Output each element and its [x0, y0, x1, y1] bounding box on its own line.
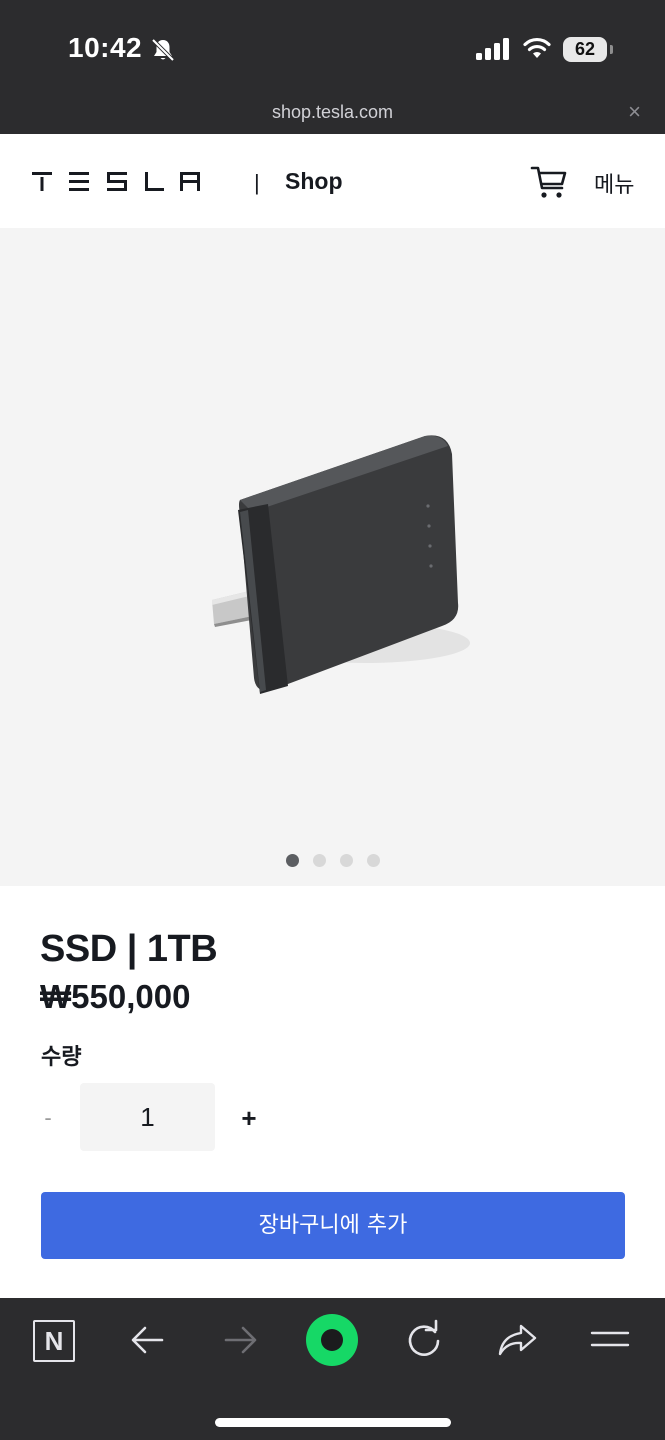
- quantity-label: 수량: [41, 1045, 82, 1070]
- menu-button[interactable]: 메뉴: [594, 167, 634, 199]
- quantity-increase-button[interactable]: +: [236, 1100, 262, 1136]
- shop-link[interactable]: Shop: [285, 168, 343, 195]
- forward-arrow-icon[interactable]: [218, 1318, 262, 1362]
- cart-icon[interactable]: [530, 164, 568, 200]
- carousel-dot[interactable]: [366, 854, 380, 867]
- close-icon[interactable]: ×: [628, 101, 641, 123]
- carousel-dots: [0, 854, 665, 867]
- share-icon[interactable]: [495, 1318, 539, 1362]
- product-image-carousel[interactable]: [0, 228, 665, 886]
- url-text[interactable]: shop.tesla.com: [0, 102, 665, 123]
- status-time: 10:42: [68, 32, 143, 63]
- product-price: ₩550,000: [40, 978, 191, 1015]
- menu-icon[interactable]: [588, 1318, 632, 1362]
- n-icon[interactable]: N: [33, 1320, 75, 1362]
- signal-icon: [476, 38, 509, 60]
- reload-icon[interactable]: [402, 1318, 446, 1362]
- add-to-cart-button[interactable]: 장바구니에 추가: [41, 1192, 625, 1259]
- home-indicator[interactable]: [215, 1418, 451, 1427]
- tesla-logo[interactable]: [32, 170, 200, 192]
- product-title: SSD | 1TB: [40, 928, 218, 970]
- carousel-dot[interactable]: [312, 854, 326, 867]
- site-header: | Shop 메뉴: [0, 134, 665, 228]
- wifi-icon: [523, 37, 551, 58]
- ssd-product-image: [212, 435, 470, 694]
- home-icon[interactable]: [306, 1314, 358, 1366]
- bell-slash-icon: [151, 38, 175, 62]
- quantity-input[interactable]: 1: [80, 1083, 215, 1151]
- carousel-dot[interactable]: [285, 854, 299, 867]
- status-bar: 10:42 62: [0, 0, 665, 96]
- browser-url-bar[interactable]: shop.tesla.com ×: [0, 96, 665, 134]
- battery-icon: 62: [563, 37, 613, 62]
- header-divider: |: [254, 170, 260, 195]
- browser-toolbar: N: [0, 1298, 665, 1440]
- carousel-dot[interactable]: [339, 854, 353, 867]
- back-arrow-icon[interactable]: [126, 1318, 170, 1362]
- quantity-decrease-button[interactable]: -: [38, 1100, 58, 1136]
